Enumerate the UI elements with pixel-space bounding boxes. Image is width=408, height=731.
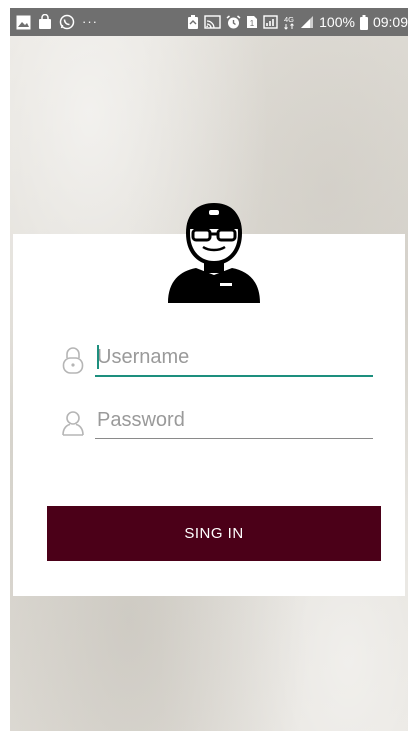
username-underline (95, 375, 373, 377)
user-avatar-icon (168, 203, 260, 303)
cast-icon (204, 15, 221, 29)
sign-in-button[interactable]: SING IN (47, 506, 381, 561)
shopping-bag-icon (39, 14, 51, 29)
svg-text:4G: 4G (284, 15, 294, 24)
hotspot-icon (263, 15, 278, 29)
more-notifications: ··· (82, 14, 98, 29)
username-row (61, 340, 375, 380)
password-input[interactable] (95, 403, 373, 437)
battery-icon (359, 14, 368, 30)
battery-percent: 100% (319, 14, 355, 30)
svg-text:1: 1 (250, 19, 255, 28)
sim-icon: 1 (247, 16, 258, 28)
password-row (61, 403, 375, 443)
status-bar: ··· 1 4G 100% 09:09 (10, 8, 408, 36)
alarm-icon (226, 14, 241, 28)
username-input[interactable] (95, 340, 373, 374)
signal-icon (301, 16, 314, 28)
whatsapp-icon (59, 14, 75, 30)
network-4g-icon: 4G (284, 15, 294, 30)
password-underline (95, 438, 373, 439)
image-icon (16, 15, 31, 29)
clock: 09:09 (372, 14, 408, 30)
battery-saver-icon (188, 14, 199, 29)
app-screen: ··· 1 4G 100% 09:09 Username SING IN (10, 8, 408, 731)
user-outline-icon (62, 411, 84, 436)
text-cursor (97, 345, 99, 369)
lock-icon (62, 347, 84, 374)
